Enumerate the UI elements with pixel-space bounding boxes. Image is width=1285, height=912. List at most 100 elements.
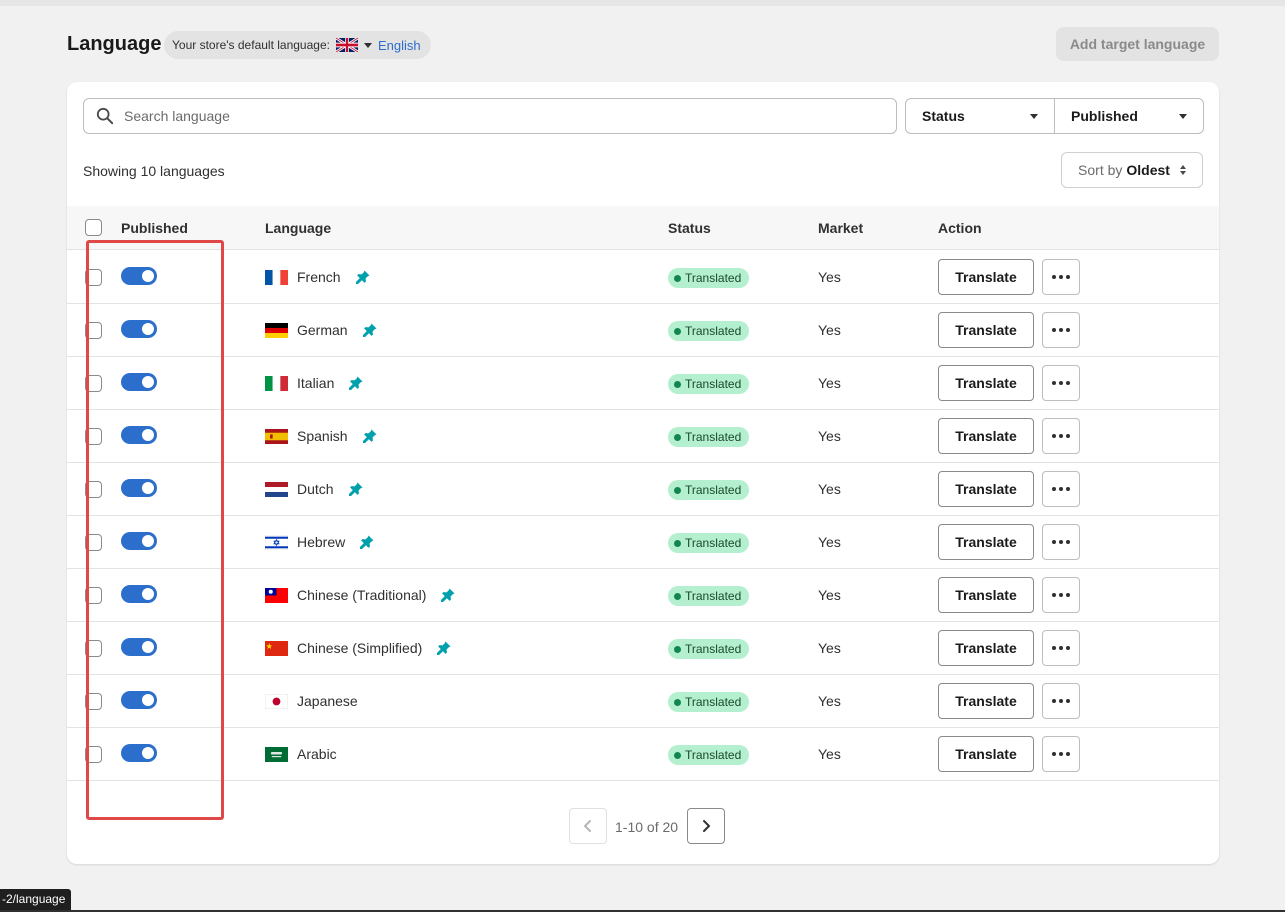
results-count: Showing 10 languages (83, 163, 225, 179)
row-checkbox[interactable] (85, 640, 102, 657)
status-badge: Translated (668, 321, 750, 341)
language-name-cell: Chinese (Simplified) (297, 640, 452, 656)
language-name[interactable]: Chinese (Simplified) (297, 640, 422, 656)
language-name[interactable]: Japanese (297, 693, 358, 709)
translate-button[interactable]: Translate (938, 683, 1034, 719)
table-row: Japanese Translated Yes Translate (67, 675, 1219, 728)
pin-icon[interactable] (440, 587, 456, 603)
published-toggle[interactable] (121, 691, 157, 709)
table-header: Published Language Status Market Action (67, 206, 1219, 250)
add-target-language-button[interactable]: Add target language (1056, 27, 1219, 61)
sort-value: Oldest (1126, 162, 1170, 178)
status-badge: Translated (668, 745, 750, 765)
language-name-cell: Hebrew (297, 534, 375, 550)
published-filter[interactable]: Published (1054, 98, 1204, 134)
language-name-cell: Japanese (297, 693, 358, 709)
row-checkbox[interactable] (85, 269, 102, 286)
language-name[interactable]: Dutch (297, 481, 334, 497)
pin-icon[interactable] (362, 428, 378, 444)
translate-button[interactable]: Translate (938, 524, 1034, 560)
published-toggle[interactable] (121, 638, 157, 656)
language-name[interactable]: French (297, 269, 341, 285)
table-row: Italian Translated Yes Translate (67, 357, 1219, 410)
nl-flag-icon (265, 482, 288, 497)
language-name[interactable]: Arabic (297, 746, 337, 762)
more-actions-button[interactable] (1042, 577, 1080, 613)
language-name[interactable]: Spanish (297, 428, 348, 444)
published-toggle[interactable] (121, 744, 157, 762)
status-url-tooltip: -2/language (0, 889, 72, 910)
translate-button[interactable]: Translate (938, 259, 1034, 295)
pin-icon[interactable] (348, 481, 364, 497)
published-toggle[interactable] (121, 320, 157, 338)
select-all-checkbox[interactable] (85, 219, 102, 236)
status-text: Translated (685, 483, 742, 497)
translate-button[interactable]: Translate (938, 577, 1034, 613)
pin-icon[interactable] (362, 322, 378, 338)
more-actions-button[interactable] (1042, 630, 1080, 666)
market-value: Yes (818, 746, 841, 762)
translate-button[interactable]: Translate (938, 630, 1034, 666)
next-page-button[interactable] (687, 808, 725, 844)
table-row: Arabic Translated Yes Translate (67, 728, 1219, 781)
more-actions-button[interactable] (1042, 471, 1080, 507)
column-published[interactable]: Published (121, 220, 188, 236)
pin-icon[interactable] (359, 534, 375, 550)
row-checkbox[interactable] (85, 322, 102, 339)
chevron-down-icon[interactable] (363, 42, 372, 48)
translate-button[interactable]: Translate (938, 365, 1034, 401)
status-badge: Translated (668, 639, 750, 659)
row-checkbox[interactable] (85, 428, 102, 445)
more-actions-button[interactable] (1042, 524, 1080, 560)
row-checkbox[interactable] (85, 587, 102, 604)
published-toggle[interactable] (121, 479, 157, 497)
row-checkbox[interactable] (85, 693, 102, 710)
translate-button[interactable]: Translate (938, 736, 1034, 772)
translate-button[interactable]: Translate (938, 312, 1034, 348)
more-actions-button[interactable] (1042, 736, 1080, 772)
more-actions-button[interactable] (1042, 259, 1080, 295)
language-name[interactable]: Italian (297, 375, 334, 391)
row-checkbox[interactable] (85, 746, 102, 763)
more-actions-button[interactable] (1042, 418, 1080, 454)
published-toggle[interactable] (121, 532, 157, 550)
status-text: Translated (685, 695, 742, 709)
status-dot-icon (674, 274, 681, 282)
pin-icon[interactable] (355, 269, 371, 285)
column-status: Status (668, 220, 711, 236)
published-toggle[interactable] (121, 426, 157, 444)
il-flag-icon (265, 535, 288, 550)
language-name[interactable]: German (297, 322, 348, 338)
table-row: German Translated Yes Translate (67, 304, 1219, 357)
status-dot-icon (674, 645, 681, 653)
published-filter-label: Published (1071, 108, 1138, 124)
status-filter[interactable]: Status (905, 98, 1055, 134)
translate-button[interactable]: Translate (938, 418, 1034, 454)
previous-page-button[interactable] (569, 808, 607, 844)
published-toggle[interactable] (121, 585, 157, 603)
more-actions-button[interactable] (1042, 365, 1080, 401)
search-icon (96, 107, 114, 125)
status-text: Translated (685, 271, 742, 285)
row-checkbox[interactable] (85, 481, 102, 498)
row-checkbox[interactable] (85, 534, 102, 551)
default-language-link[interactable]: English (378, 38, 421, 53)
status-badge: Translated (668, 480, 750, 500)
pin-icon[interactable] (436, 640, 452, 656)
sort-prefix: Sort by (1078, 162, 1123, 178)
search-field[interactable] (83, 98, 897, 134)
more-actions-button[interactable] (1042, 312, 1080, 348)
language-name[interactable]: Hebrew (297, 534, 345, 550)
published-toggle[interactable] (121, 267, 157, 285)
search-input[interactable] (124, 108, 896, 124)
cn-flag-icon (265, 641, 288, 656)
pin-icon[interactable] (348, 375, 364, 391)
row-checkbox[interactable] (85, 375, 102, 392)
translate-button[interactable]: Translate (938, 471, 1034, 507)
language-name[interactable]: Chinese (Traditional) (297, 587, 426, 603)
more-actions-button[interactable] (1042, 683, 1080, 719)
column-language: Language (265, 220, 332, 236)
sort-button[interactable]: Sort by Oldest (1061, 152, 1203, 188)
published-toggle[interactable] (121, 373, 157, 391)
ellipsis-icon (1052, 381, 1070, 385)
